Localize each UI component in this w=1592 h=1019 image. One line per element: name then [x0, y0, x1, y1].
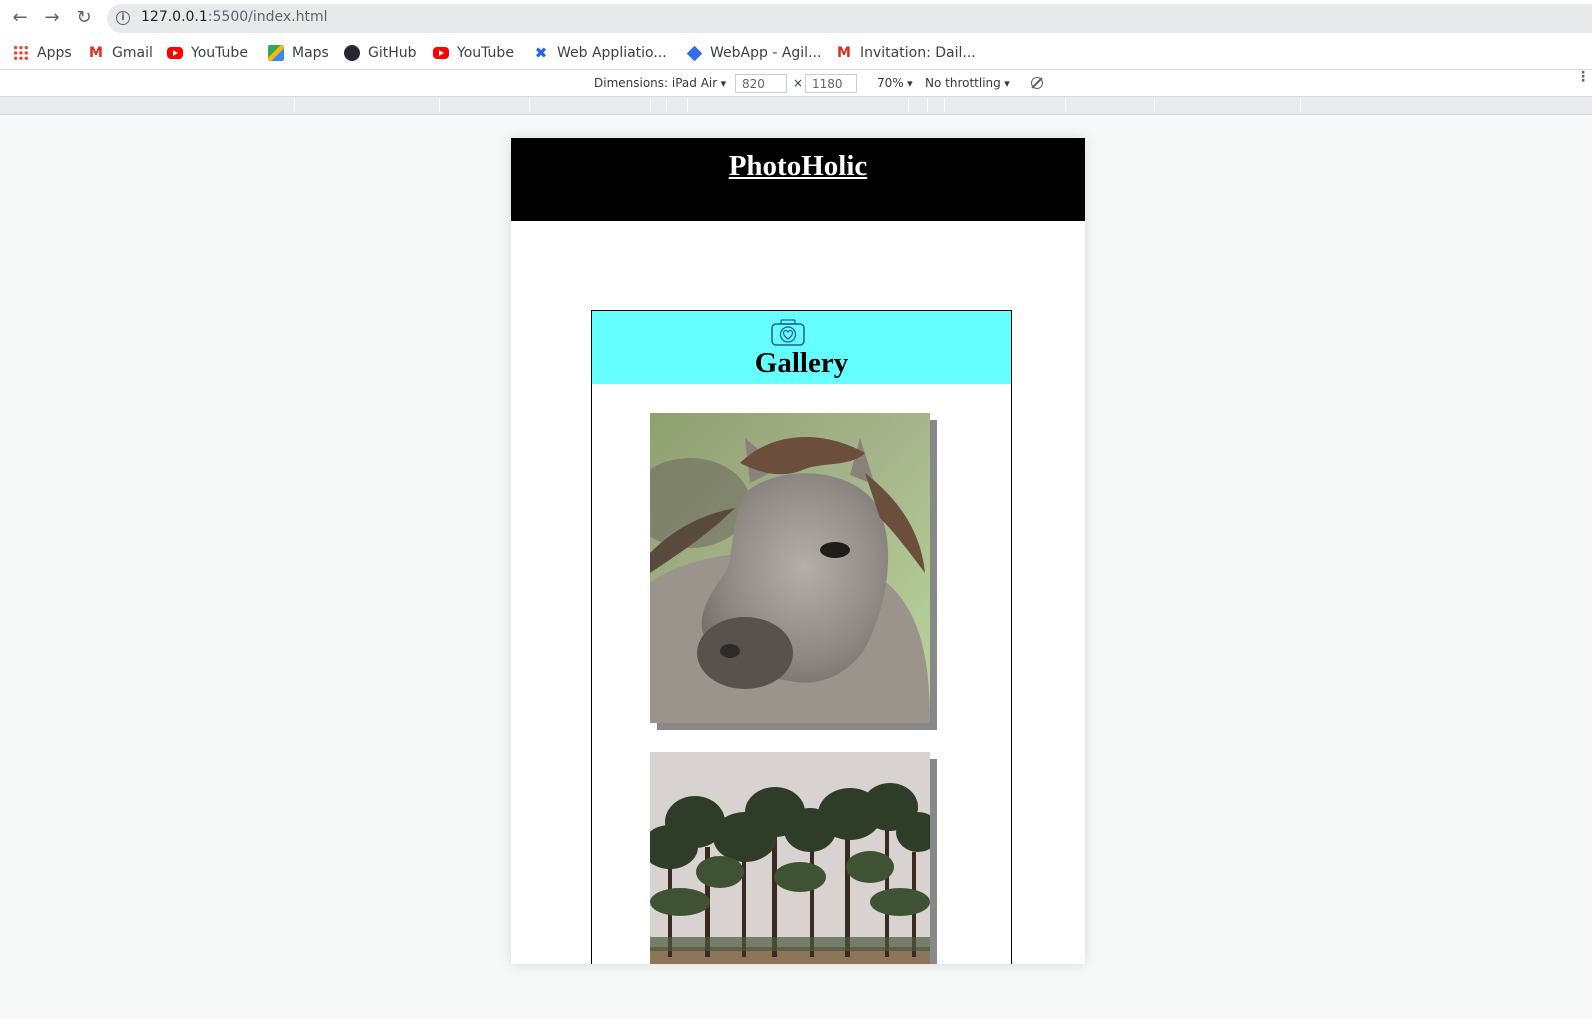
bookmark-github[interactable]: GitHub: [344, 42, 417, 64]
bookmark-label: YouTube: [191, 45, 248, 61]
omnibox[interactable]: i 127.0.0.1:5500/index.html: [107, 4, 1592, 33]
bookmark-label: YouTube: [457, 45, 514, 61]
bookmark-gmail[interactable]: M Gmail: [88, 42, 153, 64]
github-icon: [344, 45, 360, 61]
camera-icon: [771, 319, 805, 346]
bookmark-youtube-2[interactable]: YouTube: [433, 42, 514, 64]
bookmark-label: WebApp - Agil...: [710, 45, 822, 61]
bookmark-label: Web Appliatio...: [557, 45, 667, 61]
bookmark-maps[interactable]: Maps: [268, 42, 329, 64]
gallery-section: Gallery: [591, 310, 1012, 964]
device-viewport: PhotoHolic Gallery: [511, 138, 1085, 964]
jira-icon: ✖: [534, 44, 548, 62]
dimensions-dropdown[interactable]: Dimensions: iPad Air: [594, 76, 726, 90]
site-info-icon[interactable]: i: [116, 11, 130, 25]
youtube-icon: [167, 47, 183, 59]
site-title-link[interactable]: PhotoHolic: [511, 150, 1085, 183]
bookmark-apps[interactable]: Apps: [13, 42, 72, 64]
gallery-header: Gallery: [592, 311, 1011, 384]
forward-icon[interactable]: →: [40, 6, 64, 30]
url-path: :5500/index.html: [207, 9, 328, 25]
throttling-label: No throttling: [925, 76, 1001, 90]
bookmark-label: Apps: [37, 45, 72, 61]
height-input[interactable]: [805, 74, 857, 93]
bookmark-invitation[interactable]: M Invitation: Dail...: [836, 42, 976, 64]
maps-icon: [268, 45, 284, 61]
more-options-icon[interactable]: ⋮: [1576, 70, 1590, 84]
bookmark-label: Invitation: Dail...: [860, 45, 976, 61]
address-bar-row: ← → ↻ i 127.0.0.1:5500/index.html: [0, 0, 1592, 36]
url-host: 127.0.0.1: [141, 9, 208, 25]
width-input[interactable]: [735, 74, 787, 93]
rotate-icon[interactable]: [1031, 77, 1043, 89]
site-header: PhotoHolic: [511, 138, 1085, 221]
bookmark-youtube[interactable]: YouTube: [167, 42, 248, 64]
throttling-dropdown[interactable]: No throttling: [925, 76, 1010, 90]
horse-photo[interactable]: [650, 413, 930, 723]
photo-card-forest: [650, 752, 930, 964]
dimensions-label: Dimensions: iPad Air: [594, 76, 718, 90]
photo-card-horse: [650, 413, 930, 730]
forest-photo[interactable]: [650, 752, 930, 964]
bookmarks-bar: Apps M Gmail YouTube Maps GitHub YouTube…: [0, 36, 1592, 70]
gmail-icon: M: [89, 45, 103, 61]
zoom-dropdown[interactable]: 70%: [877, 76, 913, 90]
url-text[interactable]: 127.0.0.1:5500/index.html: [141, 9, 328, 25]
apps-grid-icon: [13, 45, 29, 61]
bookmark-label: GitHub: [368, 45, 417, 61]
bookmark-label: Gmail: [112, 45, 153, 61]
bookmark-webapp-agile[interactable]: WebApp - Agil...: [686, 42, 821, 64]
diamond-icon: [686, 45, 703, 61]
bookmark-label: Maps: [292, 45, 329, 61]
times-sign: ×: [793, 76, 804, 90]
device-toolbar: Dimensions: iPad Air × 70% No throttling…: [0, 70, 1592, 97]
media-query-ruler[interactable]: [0, 97, 1592, 115]
youtube-icon: [433, 47, 449, 59]
gmail-icon: M: [837, 45, 851, 61]
gallery-title: Gallery: [754, 347, 849, 379]
bookmark-web-application[interactable]: ✖ Web Appliatio...: [533, 42, 667, 64]
zoom-label: 70%: [877, 76, 904, 90]
back-icon[interactable]: ←: [8, 6, 32, 30]
reload-icon[interactable]: ↻: [72, 6, 96, 30]
